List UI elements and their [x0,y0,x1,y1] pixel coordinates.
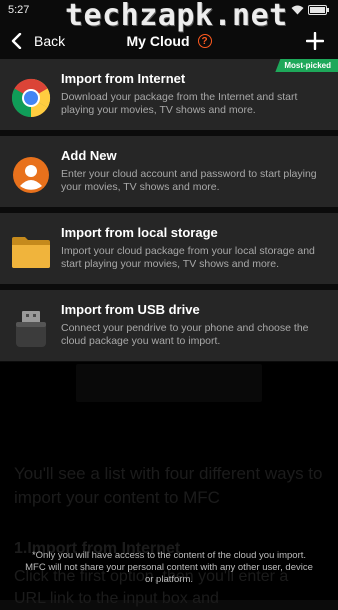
option-import-internet[interactable]: Most-picked Import from Internet Downloa… [0,59,338,130]
option-description: Enter your cloud account and password to… [61,168,317,193]
option-text: Add New Enter your cloud account and pas… [61,148,328,194]
option-description: Connect your pendrive to your phone and … [61,322,309,347]
option-title: Add New [61,148,117,163]
folder-icon [10,231,52,273]
option-import-usb[interactable]: Import from USB drive Connect your pendr… [0,290,338,361]
privacy-footnote: *Only you will have access to the conten… [25,550,313,585]
chevron-left-icon [11,33,22,49]
option-text: Import from local storage Import your cl… [61,225,328,271]
option-add-new[interactable]: Add New Enter your cloud account and pas… [0,136,338,207]
app-header: Back My Cloud ? [0,24,338,58]
wifi-icon [291,5,304,15]
add-button[interactable] [302,28,328,54]
status-icons [291,5,330,15]
plus-icon [306,32,324,50]
option-title: Import from USB drive [61,302,200,317]
back-label: Back [34,33,66,49]
battery-icon [308,5,329,15]
option-text: Import from USB drive Connect your pendr… [61,302,328,348]
background-paragraph: You'll see a list with four different wa… [14,464,323,507]
help-icon[interactable]: ? [197,34,212,48]
option-text: Import from Internet Download your packa… [61,71,328,117]
import-options-list: Most-picked Import from Internet Downloa… [0,59,338,367]
page-title: My Cloud [126,33,190,49]
chrome-icon [10,77,52,119]
option-description: Import your cloud package from your loca… [61,245,315,270]
back-button[interactable]: Back [10,33,65,49]
option-import-local-storage[interactable]: Import from local storage Import your cl… [0,213,338,284]
user-icon [10,154,52,196]
background-button [76,364,262,402]
option-description: Download your package from the Internet … [61,91,298,116]
option-title: Import from local storage [61,225,218,240]
most-picked-badge: Most-picked [275,59,338,72]
option-title: Import from Internet [61,71,186,86]
usb-drive-icon [10,308,52,350]
